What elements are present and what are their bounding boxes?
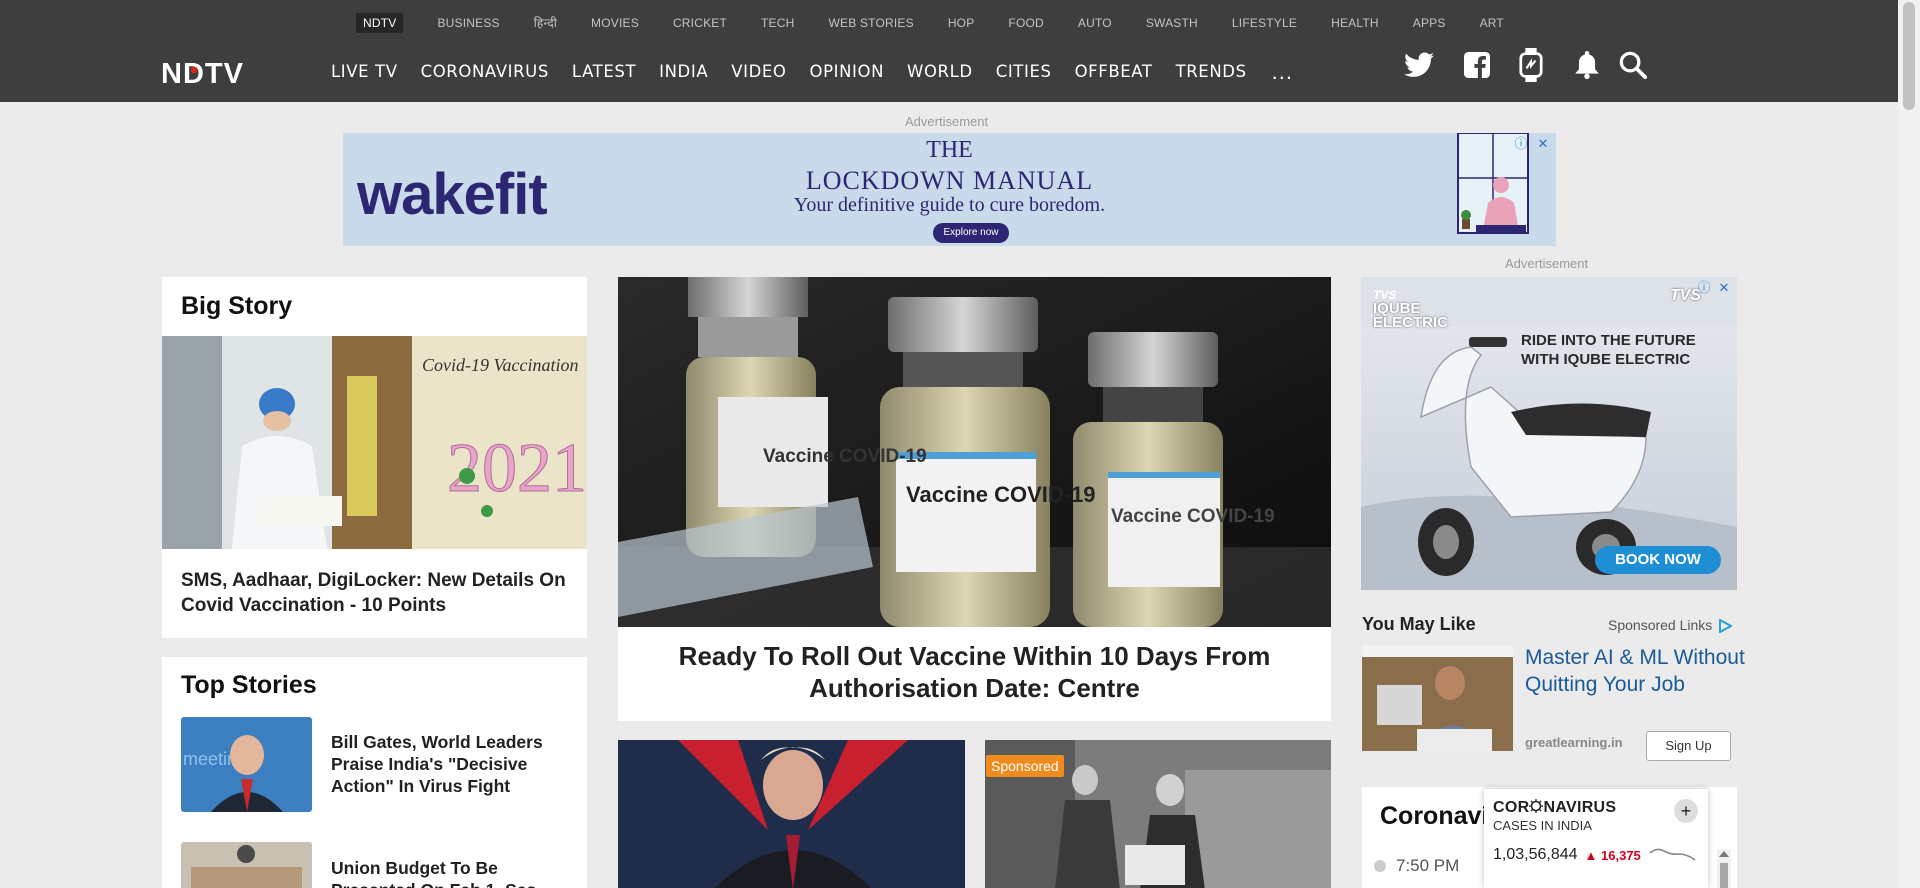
svg-text:NDTV: NDTV bbox=[161, 58, 244, 86]
timeline-dot bbox=[1374, 860, 1386, 872]
adchoices-icon[interactable]: ⓘ bbox=[1512, 135, 1530, 153]
covid-case-count: 1,03,56,844 ▲ 16,375 bbox=[1493, 845, 1697, 865]
topnav-swasth[interactable]: SWASTH bbox=[1146, 14, 1198, 32]
page-scrollbar-thumb[interactable] bbox=[1903, 2, 1915, 110]
ad-line-1: THE bbox=[926, 137, 973, 163]
tvs-book-now-button[interactable]: BOOK NOW bbox=[1595, 546, 1721, 574]
story-thumbnail[interactable]: meetin bbox=[181, 717, 312, 812]
svg-text:Vaccine COVID-19: Vaccine COVID-19 bbox=[906, 482, 1096, 507]
big-story-image[interactable]: Covid-19 Vaccination 2021 bbox=[162, 336, 588, 549]
topnav-tech[interactable]: TECH bbox=[761, 14, 794, 32]
topnav-hindi[interactable]: हिन्दी bbox=[534, 14, 557, 32]
ad-line-3: Your definitive guide to cure boredom. bbox=[793, 194, 1106, 216]
top-story-headline[interactable]: Bill Gates, World Leaders Praise India's… bbox=[331, 731, 546, 797]
big-story-title: Big Story bbox=[181, 292, 293, 320]
nav-opinion[interactable]: OPINION bbox=[810, 61, 885, 83]
nav-latest[interactable]: LATEST bbox=[572, 61, 636, 83]
topnav-ndtv[interactable]: NDTV bbox=[356, 13, 404, 33]
live-update-time-text: 7:50 PM bbox=[1396, 856, 1460, 875]
topnav-health[interactable]: HEALTH bbox=[1331, 14, 1379, 32]
you-may-like-title: You May Like bbox=[1362, 614, 1476, 634]
nav-coronavirus[interactable]: CORONAVIRUS bbox=[421, 61, 549, 83]
smartwatch-icon[interactable] bbox=[1514, 48, 1548, 82]
svg-text:Vaccine COVID-19: Vaccine COVID-19 bbox=[1111, 506, 1275, 527]
nav-world[interactable]: WORLD bbox=[907, 61, 973, 83]
nav-cities[interactable]: CITIES bbox=[996, 61, 1052, 83]
topnav-business[interactable]: BUSINESS bbox=[437, 14, 499, 32]
top-story-headline[interactable]: Union Budget To Be Presented On Feb 1, S… bbox=[331, 857, 546, 888]
covid-widget-title: COR NAVIRUS bbox=[1493, 799, 1616, 817]
hero-headline[interactable]: Ready To Roll Out Vaccine Within 10 Days… bbox=[638, 640, 1311, 704]
topnav-art[interactable]: ART bbox=[1480, 14, 1504, 32]
tvs-ad-tagline-2: WITH IQUBE ELECTRIC bbox=[1521, 351, 1691, 368]
topnav-apps[interactable]: APPS bbox=[1413, 14, 1446, 32]
tvs-ad-product: IQUBE ELECTRIC bbox=[1373, 300, 1448, 331]
topnav-auto[interactable]: AUTO bbox=[1078, 14, 1112, 32]
trend-sparkline bbox=[1649, 848, 1696, 861]
nav-more-button[interactable]: ... bbox=[1272, 61, 1293, 83]
big-story-headline[interactable]: SMS, Aadhaar, DigiLocker: New Details On… bbox=[181, 568, 571, 618]
top-stories-title: Top Stories bbox=[181, 671, 317, 699]
widget-scrollbar[interactable] bbox=[1717, 849, 1731, 888]
ad-close-icon[interactable]: ✕ bbox=[1715, 279, 1733, 297]
topnav-lifestyle[interactable]: LIFESTYLE bbox=[1232, 14, 1297, 32]
you-may-like-source: greatlearning.in bbox=[1525, 735, 1623, 750]
virus-icon bbox=[1529, 799, 1544, 813]
nav-trends[interactable]: TRENDS bbox=[1176, 61, 1247, 83]
ad-close-icon[interactable]: ✕ bbox=[1534, 135, 1552, 153]
expand-widget-button[interactable]: + bbox=[1674, 799, 1698, 823]
ad-line-2: LOCKDOWN MANUAL bbox=[805, 166, 1094, 195]
covid-title-part-2: NAVIRUS bbox=[1543, 799, 1617, 816]
top-nav: NDTV BUSINESS हिन्दी MOVIES CRICKET TECH… bbox=[356, 13, 1538, 33]
ad-label: Advertisement bbox=[905, 114, 989, 129]
sign-up-button[interactable]: Sign Up bbox=[1646, 731, 1731, 761]
you-may-like-headline[interactable]: Master AI & ML Without Quitting Your Job bbox=[1525, 644, 1745, 698]
nav-live-tv[interactable]: LIVE TV bbox=[331, 61, 398, 83]
case-increase-value: 16,375 bbox=[1601, 847, 1641, 863]
coronavirus-card-title: Coronavi bbox=[1380, 802, 1489, 830]
sponsored-links-text: Sponsored Links bbox=[1608, 617, 1713, 633]
topnav-hop[interactable]: HOP bbox=[948, 14, 975, 32]
sponsored-badge: Sponsored bbox=[986, 755, 1064, 777]
main-nav: LIVE TV CORONAVIRUS LATEST INDIA VIDEO O… bbox=[331, 61, 1293, 83]
covid-title-part-1: COR bbox=[1493, 799, 1530, 816]
search-icon[interactable] bbox=[1616, 48, 1650, 82]
hero-caption-card: Ready To Roll Out Vaccine Within 10 Days… bbox=[618, 627, 1331, 721]
tvs-ad-tagline-1: RIDE INTO THE FUTURE bbox=[1521, 332, 1696, 349]
story-thumbnail[interactable] bbox=[181, 842, 312, 888]
twitter-icon[interactable] bbox=[1402, 48, 1436, 82]
topnav-cricket[interactable]: CRICKET bbox=[673, 14, 727, 32]
topnav-web-stories[interactable]: WEB STORIES bbox=[828, 14, 913, 32]
page-scrollbar[interactable] bbox=[1898, 0, 1920, 888]
facebook-icon[interactable] bbox=[1460, 48, 1494, 82]
story-image[interactable] bbox=[618, 740, 965, 888]
taboola-icon bbox=[1719, 618, 1734, 634]
nav-offbeat[interactable]: OFFBEAT bbox=[1075, 61, 1153, 83]
covid-cases-widget[interactable]: COR NAVIRUS CASES IN INDIA + 1,03,56,844 … bbox=[1484, 789, 1708, 888]
tvs-ad[interactable]: TVS IQUBE ELECTRIC TVS RIDE INTO THE FUT… bbox=[1361, 277, 1737, 590]
svg-text:Covid-19 Vaccination: Covid-19 Vaccination bbox=[422, 355, 578, 375]
total-cases: 1,03,56,844 bbox=[1493, 846, 1578, 863]
wakefit-ad-banner[interactable]: wakefit THE LOCKDOWN MANUAL Your definit… bbox=[343, 133, 1556, 246]
case-increase: ▲ 16,375 bbox=[1584, 847, 1641, 863]
topnav-movies[interactable]: MOVIES bbox=[591, 14, 639, 32]
live-update-time: 7:50 PM bbox=[1374, 856, 1459, 876]
you-may-like-image[interactable] bbox=[1362, 645, 1513, 751]
svg-text:Vaccine COVID-19: Vaccine COVID-19 bbox=[763, 446, 927, 467]
svg-text:meetin: meetin bbox=[183, 749, 237, 769]
site-header: NDTV BUSINESS हिन्दी MOVIES CRICKET TECH… bbox=[0, 0, 1898, 102]
topnav-food[interactable]: FOOD bbox=[1008, 14, 1043, 32]
covid-widget-subtitle: CASES IN INDIA bbox=[1493, 818, 1592, 833]
sponsored-links-label[interactable]: Sponsored Links bbox=[1608, 617, 1734, 634]
adchoices-icon[interactable]: ⓘ bbox=[1695, 279, 1713, 297]
nav-video[interactable]: VIDEO bbox=[731, 61, 786, 83]
ad-cta-button[interactable]: Explore now bbox=[933, 223, 1009, 243]
hero-image[interactable]: Vaccine COVID-19 Vaccine COVID-19 Vaccin… bbox=[618, 277, 1331, 627]
nav-india[interactable]: INDIA bbox=[659, 61, 708, 83]
bell-icon[interactable] bbox=[1570, 48, 1604, 82]
right-ad-label: Advertisement bbox=[1505, 256, 1589, 271]
ndtv-logo[interactable]: NDTV bbox=[161, 58, 287, 90]
